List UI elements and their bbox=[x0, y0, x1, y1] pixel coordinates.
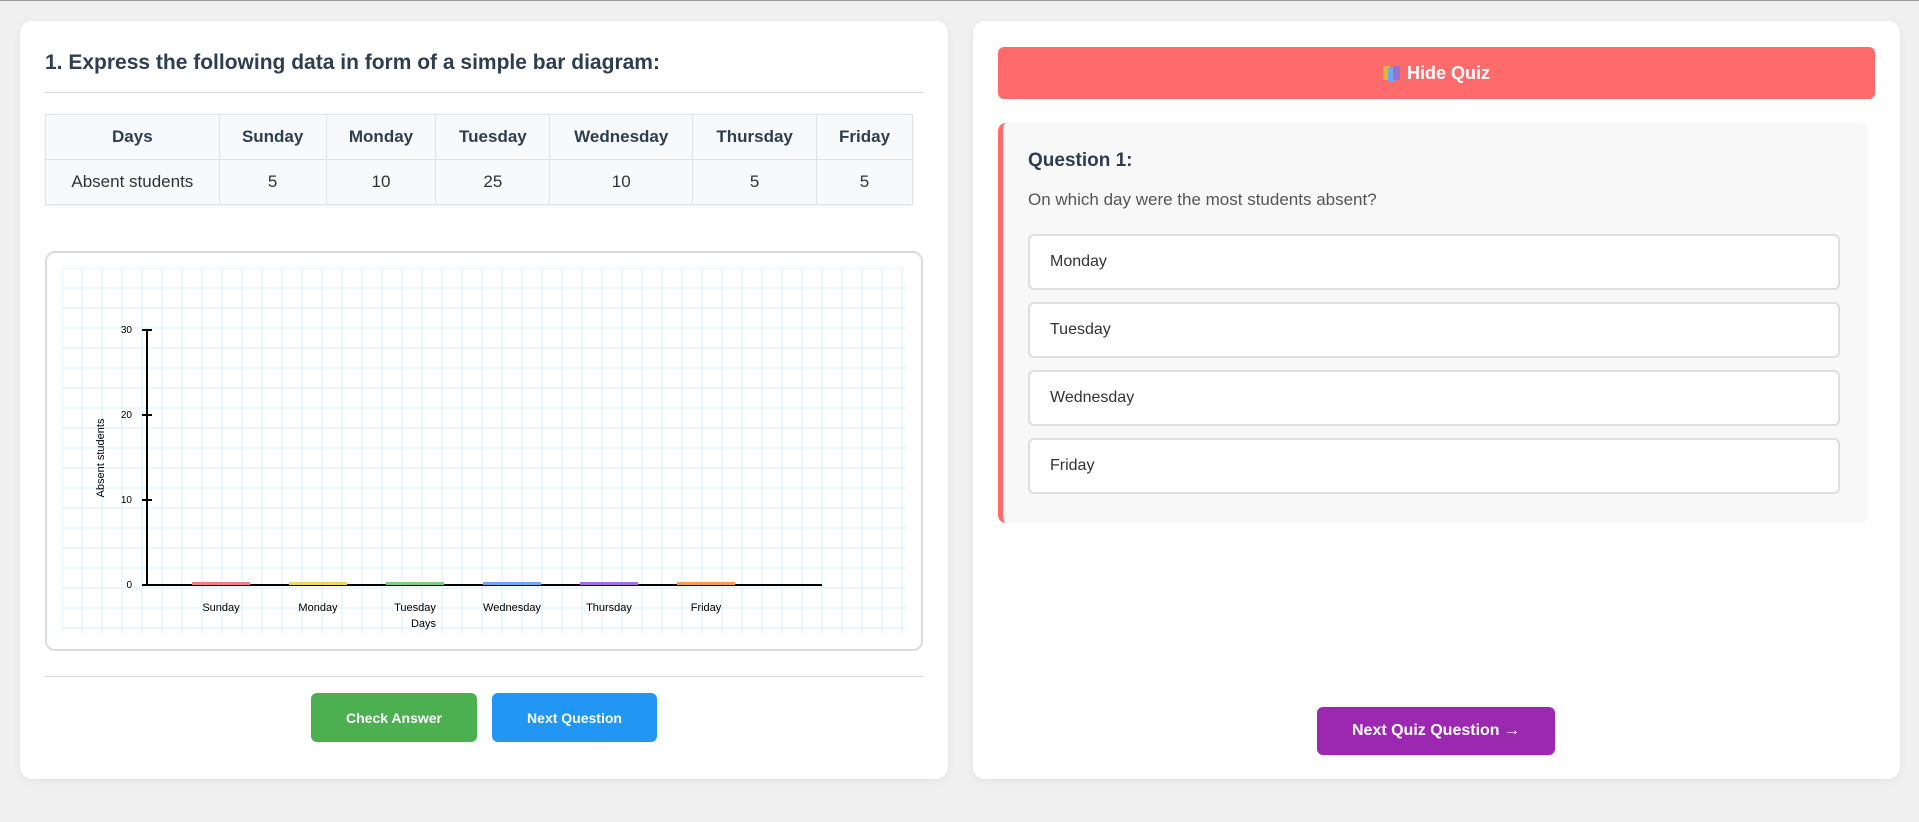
x-tick-label: Monday bbox=[298, 602, 338, 614]
table-cell: 10 bbox=[325, 159, 437, 205]
quiz-panel: Hide Quiz Question 1: On which day were … bbox=[973, 21, 1900, 779]
table-row-label: Absent students bbox=[45, 159, 220, 205]
table-cell: 5 bbox=[692, 159, 818, 205]
table-cell: 5 bbox=[218, 159, 327, 205]
x-tick-label: Friday bbox=[691, 602, 722, 614]
next-quiz-question-button[interactable]: Next Quiz Question → bbox=[1317, 707, 1555, 755]
table-header-cell: Friday bbox=[816, 114, 913, 160]
table-header-cell: Wednesday bbox=[549, 114, 694, 160]
books-icon bbox=[1382, 64, 1401, 82]
x-axis-label: Days bbox=[411, 618, 437, 630]
quiz-option-monday[interactable]: Monday bbox=[1028, 234, 1840, 290]
table-header-cell: Sunday bbox=[218, 114, 327, 160]
next-question-button[interactable]: Next Question bbox=[492, 693, 657, 742]
y-tick-label: 0 bbox=[126, 580, 132, 591]
x-tick-label: Tuesday bbox=[394, 602, 436, 614]
hide-quiz-button[interactable]: Hide Quiz bbox=[998, 47, 1875, 99]
quiz-option-tuesday[interactable]: Tuesday bbox=[1028, 302, 1840, 358]
table-cell: 25 bbox=[435, 159, 551, 205]
bar bbox=[580, 582, 638, 585]
table-header-cell: Days bbox=[45, 114, 220, 160]
quiz-option-wednesday[interactable]: Wednesday bbox=[1028, 370, 1840, 426]
divider bbox=[45, 92, 923, 93]
y-tick-label: 20 bbox=[121, 410, 133, 421]
y-tick-label: 30 bbox=[121, 325, 133, 336]
bar-chart[interactable]: 0 10 20 30 Sunday Monday Tuesday Wednesday Thurs… bbox=[62, 268, 906, 634]
x-tick-label: Wednesday bbox=[483, 602, 541, 614]
x-tick-label: Thursday bbox=[586, 602, 632, 614]
bar-chart-container: 0 10 20 30 Sunday Monday Tuesday Wednesday Thurs… bbox=[45, 251, 923, 651]
table-header-cell: Monday bbox=[325, 114, 437, 160]
data-table: Days Sunday Monday Tuesday Wednesday Thu… bbox=[45, 114, 913, 205]
bar bbox=[483, 582, 541, 585]
table-row: Absent students 5 10 25 10 5 5 bbox=[45, 159, 913, 205]
bar bbox=[289, 582, 347, 585]
y-axis-label: Absent students bbox=[95, 418, 107, 497]
hide-quiz-label: Hide Quiz bbox=[1406, 62, 1490, 83]
check-answer-button[interactable]: Check Answer bbox=[311, 693, 477, 742]
divider bbox=[45, 676, 923, 677]
bar bbox=[677, 582, 735, 585]
question-panel: 1. Express the following data in form of… bbox=[20, 21, 948, 779]
quiz-option-friday[interactable]: Friday bbox=[1028, 438, 1840, 494]
table-cell: 10 bbox=[549, 159, 694, 205]
question-title: 1. Express the following data in form of… bbox=[45, 51, 660, 74]
quiz-question-text: On which day were the most students abse… bbox=[1028, 190, 1377, 209]
table-header-cell: Thursday bbox=[692, 114, 818, 160]
table-header-row: Days Sunday Monday Tuesday Wednesday Thu… bbox=[45, 114, 913, 160]
table-cell: 5 bbox=[816, 159, 913, 205]
bar bbox=[192, 582, 250, 585]
quiz-question-card: Question 1: On which day were the most s… bbox=[998, 123, 1868, 523]
table-header-cell: Tuesday bbox=[435, 114, 551, 160]
y-tick-label: 10 bbox=[121, 495, 133, 506]
bar bbox=[386, 582, 444, 585]
x-tick-label: Sunday bbox=[202, 602, 240, 614]
quiz-question-title: Question 1: bbox=[1028, 150, 1133, 171]
